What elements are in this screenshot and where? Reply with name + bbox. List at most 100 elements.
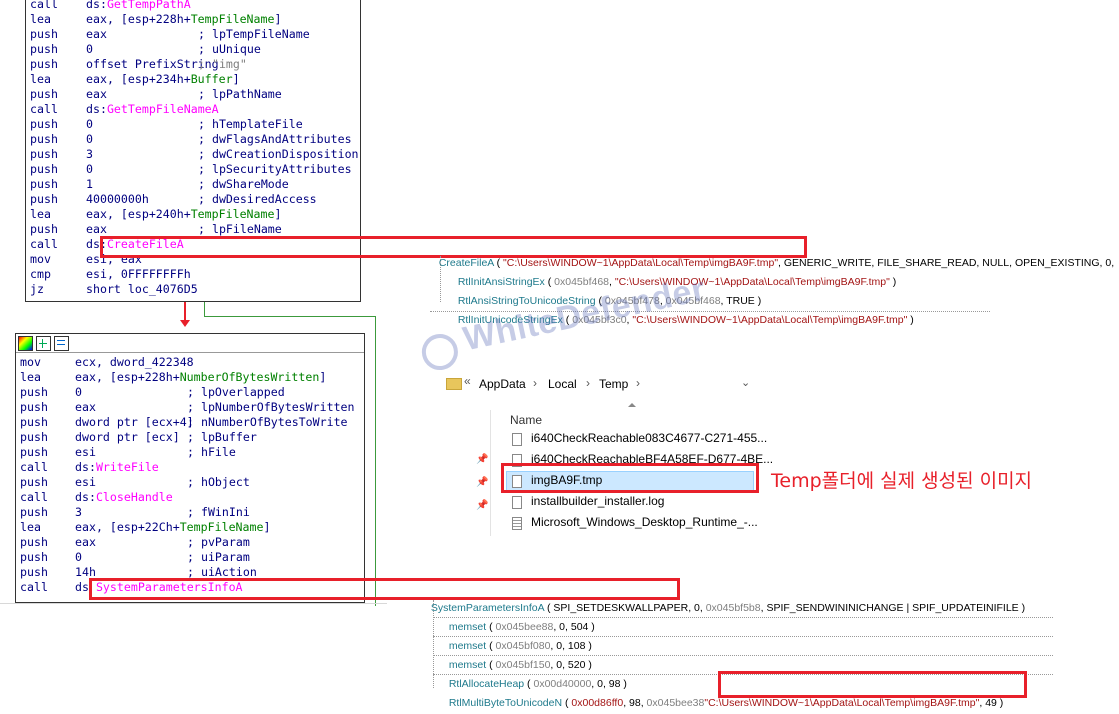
asm-local-var[interactable]: TempFileName [191,207,275,222]
asm-api-name[interactable]: GetTempFileNameA [107,102,219,117]
asm-local-var[interactable]: NumberOfBytesWritten [180,370,320,385]
asm-row[interactable]: call ds:GetTempFileNameA [26,102,360,117]
asm-operand-text: 0 [75,550,82,564]
asm-mnemonic: push [30,27,58,41]
asm-operand: eax [75,400,96,415]
asm-row[interactable]: lea eax, [esp+240h+TempFileName] [26,207,360,222]
asm-mnemonic: call [30,237,58,251]
api-row-systemparametersinfoa[interactable]: SystemParametersInfoA ( SPI_SETDESKWALLP… [425,581,1025,614]
flow-arrow-red [180,320,190,327]
asm-row[interactable]: push 1 ; dwShareMode [26,177,360,192]
asm-row[interactable]: lea eax, [esp+234h+Buffer] [26,72,360,87]
graph-overview-icon[interactable] [54,336,69,351]
file-name[interactable]: i640CheckReachable083C4677-C271-455... [531,431,767,445]
pin-icon: 📌 [476,454,489,465]
api-row-rtlallocateheap[interactable]: RtlAllocateHeap ( 0x00d40000, 0, 98 ) [443,657,627,690]
asm-local-var[interactable]: Buffer [191,72,233,87]
file-icon [512,496,522,509]
asm-row[interactable]: lea eax, [esp+228h+TempFileName] [26,12,360,27]
watermark-text: WhiteDefender [459,269,709,359]
api-row-memset-1[interactable]: memset ( 0x045bee88, 0, 504 ) [443,600,595,633]
asm-mnemonic: push [30,222,58,236]
asm-row[interactable]: push 3 ; fWinIni [16,505,364,520]
asm-row[interactable]: push 40000000h ; dwDesiredAccess [26,192,360,207]
asm-local-var[interactable]: TempFileName [180,520,264,535]
asm-row[interactable]: push eax ; pvParam [16,535,364,550]
asm-row[interactable]: call ds:WriteFile [16,460,364,475]
breadcrumb-temp[interactable]: Temp [599,377,628,391]
asm-mnemonic: push [20,565,48,579]
file-name[interactable]: Microsoft_Windows_Desktop_Runtime_-... [531,515,758,529]
asm-row[interactable]: call ds:GetTempPathA [26,0,360,12]
flow-line-green-v1 [204,302,205,316]
breadcrumb-appdata[interactable]: AppData [479,377,526,391]
asm-operand-text: eax, [esp+228h+ [75,370,180,384]
asm-operand: ds:CloseHandle [75,490,173,505]
asm-row[interactable]: lea eax, [esp+22Ch+TempFileName] [16,520,364,535]
ida-canvas-edge [0,603,387,604]
color-icon[interactable] [18,336,33,351]
asm-row[interactable]: push 0 ; uUnique [26,42,360,57]
asm-operand-text: eax [75,535,96,549]
asm-row[interactable]: push esi ; hFile [16,445,364,460]
asm-row[interactable]: push 3 ; dwCreationDisposition [26,147,360,162]
asm-row[interactable]: push 0 ; dwFlagsAndAttributes [26,132,360,147]
asm-operand: eax [75,535,96,550]
asm-api-name[interactable]: WriteFile [96,460,159,475]
pin-icon: 📌 [476,500,489,511]
asm-operand: 0 [75,385,82,400]
highlight-multibyte-path [718,671,1027,698]
asm-operand: 1 [86,177,93,192]
breadcrumb-dropdown-icon[interactable]: ⌄ [741,376,750,389]
asm-row[interactable]: push esi ; hObject [16,475,364,490]
asm-mnemonic: lea [20,520,41,534]
asm-operand: 3 [86,147,93,162]
flow-line-green-v2 [375,316,376,606]
asm-operand-text: eax [86,87,107,101]
api-row-memset-2[interactable]: memset ( 0x045bf080, 0, 108 ) [443,619,592,652]
asm-operand: eax, [esp+240h+TempFileName] [86,207,281,222]
asm-operand: ds:GetTempPathA [86,0,191,12]
asm-operand-text: eax, [esp+22Ch+ [75,520,180,534]
asm-mnemonic: push [30,87,58,101]
asm-row[interactable]: push dword ptr [ecx] ; lpBuffer [16,430,364,445]
asm-operand-text: esi, 0FFFFFFFFh [86,267,191,281]
asm-api-name[interactable]: GetTempPathA [107,0,191,12]
asm-row[interactable]: mov ecx, dword_422348 [16,355,364,370]
asm-row[interactable]: push eax ; lpPathName [26,87,360,102]
asm-mnemonic: push [30,117,58,131]
asm-row[interactable]: push 0 ; lpOverlapped [16,385,364,400]
asm-row[interactable]: push offset PrefixString; "img" [26,57,360,72]
nav-back[interactable]: « [464,374,471,388]
api-row-createfilea[interactable]: CreateFileA ( "C:\Users\WINDOW~1\AppData… [433,236,1114,269]
asm-operand: esi [75,445,96,460]
asm-row[interactable]: push eax ; lpFileName [26,222,360,237]
breadcrumb-sep-3: › [636,376,640,390]
asm-row[interactable]: lea eax, [esp+228h+NumberOfBytesWritten] [16,370,364,385]
asm-row[interactable]: push 0 ; lpSecurityAttributes [26,162,360,177]
asm-api-name[interactable]: CloseHandle [96,490,173,505]
asm-row[interactable]: push eax ; lpNumberOfBytesWritten [16,400,364,415]
asm-mnemonic: push [20,415,48,429]
flow-line-green-h [204,316,376,317]
breadcrumb-local[interactable]: Local [548,377,577,391]
asm-operand-text: ds: [75,460,96,474]
asm-row[interactable]: jz short loc_4076D5 [26,282,360,297]
graph-icon[interactable] [36,336,51,351]
asm-comment: ; uUnique [198,42,261,56]
asm-row[interactable]: push 0 ; hTemplateFile [26,117,360,132]
asm-row[interactable]: cmp esi, 0FFFFFFFFh [26,267,360,282]
column-name[interactable]: Name [510,413,542,427]
asm-row[interactable]: push 0 ; uiParam [16,550,364,565]
asm-row[interactable]: call ds:CloseHandle [16,490,364,505]
asm-operand: eax, [esp+22Ch+TempFileName] [75,520,270,535]
asm-operand-tail: ] [274,12,282,26]
asm-operand-text: 1 [86,177,93,191]
asm-row[interactable]: push eax ; lpTempFileName [26,27,360,42]
api-row-memset-3[interactable]: memset ( 0x045bf150, 0, 520 ) [443,638,592,671]
asm-mnemonic: push [20,535,48,549]
asm-local-var[interactable]: TempFileName [191,12,275,27]
asm-operand: short loc_4076D5 [86,282,198,297]
asm-row[interactable]: push dword ptr [ecx+4]; nNumberOfBytesToW… [16,415,364,430]
file-name[interactable]: installbuilder_installer.log [531,494,664,508]
